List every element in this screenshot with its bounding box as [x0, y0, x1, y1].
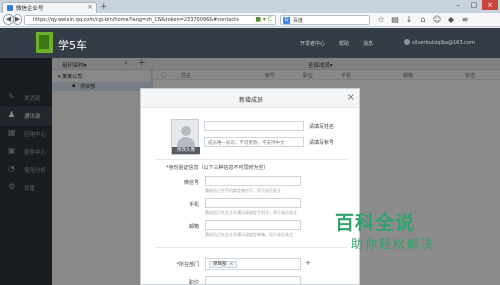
wechat-hint: 需成员已在手机绑定微信号，用于成员关注	[205, 188, 281, 193]
phone-label: 手机	[188, 202, 199, 208]
watermark: 百科全说 助你轻松解决	[335, 208, 495, 260]
department-tag[interactable]: 项目部 ×	[209, 261, 238, 268]
close-icon[interactable]: ×	[347, 92, 355, 103]
name-field[interactable]	[204, 121, 304, 131]
department-label: *所在部门	[176, 262, 199, 268]
position-field[interactable]	[205, 276, 301, 284]
header-link-developer[interactable]: 开发者中心	[300, 40, 325, 47]
minimize-icon[interactable]: –	[450, 0, 466, 10]
star-icon[interactable]: ☆	[376, 14, 386, 25]
dialog-title: 新增成员	[238, 97, 263, 104]
menu-icon[interactable]: ≡	[460, 14, 470, 25]
search-input[interactable]: 百度	[293, 17, 303, 24]
phone-field[interactable]	[205, 198, 301, 208]
forward-icon[interactable]: ▶	[13, 14, 22, 25]
divider	[155, 247, 347, 248]
department-field[interactable]: 项目部 ×	[205, 258, 301, 270]
add-member-dialog: 新增成员 × 修改头像 请填写姓名 成员唯一标识，不可更改，不支持中文 请填写帐…	[140, 88, 360, 285]
header-links: 开发者中心 帮助 消息	[300, 40, 373, 47]
window-controls: – □ ×	[450, 0, 498, 10]
avatar-body	[177, 137, 195, 147]
url-bar[interactable]: https://qy.weixin.qq.com/cgi-bin/home?la…	[24, 15, 276, 25]
user-icon	[404, 39, 410, 45]
browser-toolbar: ☆ ▤ ↓ ⌂ ☺ ◆ ≡	[376, 14, 470, 25]
email-field[interactable]	[205, 220, 301, 230]
divider	[155, 159, 347, 160]
app-logo	[36, 32, 53, 53]
url-text: https://qy.weixin.qq.com/cgi-bin/home?la…	[33, 17, 239, 23]
avatar[interactable]: 修改头像	[171, 119, 200, 155]
extension-icon[interactable]: ◆	[446, 14, 456, 25]
department-tag-label: 项目部	[213, 262, 227, 267]
watermark-subtitle: 助你轻松解决	[351, 237, 436, 251]
maximize-icon[interactable]: □	[466, 0, 482, 10]
account-field[interactable]: 成员唯一标识，不可更改，不支持中文	[204, 137, 304, 147]
id-section-title: *身份验证信息（以下三种信息不可同时为空）	[166, 165, 269, 171]
tab-close-icon[interactable]: ×	[87, 3, 93, 11]
wechat-label: 微信号	[183, 180, 199, 186]
browser-tabbar: 微信企业号 × + – □ ×	[0, 0, 500, 13]
account-input[interactable]: 成员唯一标识，不可更改，不支持中文	[208, 140, 285, 146]
favicon-icon	[7, 5, 13, 11]
header-link-help[interactable]: 帮助	[339, 40, 349, 47]
email-hint: 需成员已在企业号通讯录绑定邮箱，用于成员关注	[205, 232, 293, 237]
change-avatar-button[interactable]: 修改头像	[172, 147, 200, 154]
phone-hint: 需成员已在企业号通讯录绑定手机号，用于成员关注	[205, 210, 297, 215]
home-icon[interactable]: ⌂	[418, 14, 428, 25]
name-required-hint: 请填写姓名	[309, 124, 335, 130]
add-department-icon[interactable]: +	[305, 259, 311, 267]
avatar-placeholder-icon	[181, 126, 191, 136]
reading-list-icon[interactable]: ▤	[390, 14, 400, 25]
search-engine-icon: G	[283, 17, 290, 24]
account-required-hint: 请填写帐号	[309, 140, 335, 146]
header-link-messages[interactable]: 消息	[363, 40, 373, 47]
app-header: 学5车 开发者中心 帮助 消息 silverbulsiqiba@163.com	[0, 28, 500, 58]
search-bar[interactable]: G 百度	[280, 15, 370, 25]
position-label: 职位	[188, 280, 199, 285]
watermark-title: 百科全说	[335, 212, 416, 234]
browser-tab[interactable]: 微信企业号 ×	[2, 2, 97, 13]
dialog-header: 新增成员 ×	[141, 89, 359, 108]
remove-tag-icon[interactable]: ×	[230, 262, 234, 267]
chat-icon[interactable]: ☺	[432, 14, 442, 25]
browser-navbar: ◀ ▶ https://qy.weixin.qq.com/cgi-bin/hom…	[0, 13, 500, 27]
app-name: 学5车	[58, 39, 87, 52]
lock-icon: ■ ▾ C	[255, 16, 272, 23]
download-icon[interactable]: ↓	[404, 14, 414, 25]
window-close-icon[interactable]: ×	[482, 0, 498, 10]
wechat-field[interactable]	[205, 176, 301, 186]
user-email[interactable]: silverbulsiqiba@163.com	[412, 40, 475, 46]
new-tab-button[interactable]: +	[100, 2, 108, 12]
tab-title: 微信企业号	[16, 6, 44, 12]
email-label: 邮箱	[188, 224, 199, 230]
